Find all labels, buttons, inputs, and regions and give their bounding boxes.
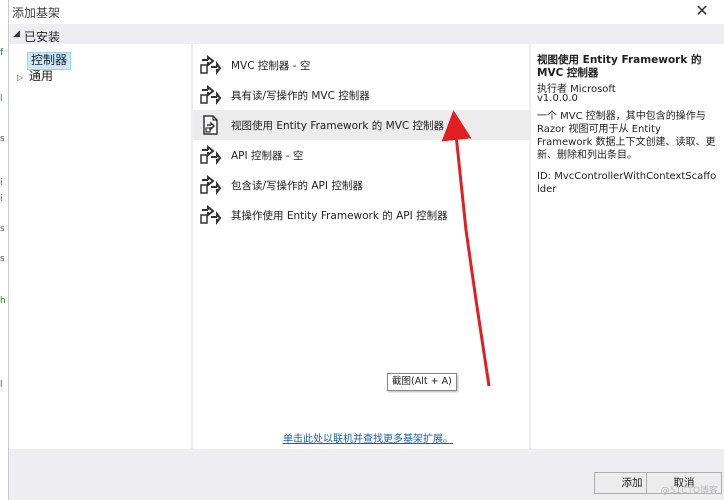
watermark: @51CTO博客 xyxy=(660,486,718,496)
installed-label: 已安装 xyxy=(24,30,61,44)
template-label: API 控制器 - 空 xyxy=(231,150,304,162)
template-item-mvc-empty[interactable]: MVC 控制器 - 空 xyxy=(193,50,529,80)
template-list: MVC 控制器 - 空 具有读/写操作的 MVC 控制器 视图使用 Entity… xyxy=(193,44,529,449)
template-item-api-empty[interactable]: API 控制器 - 空 xyxy=(193,140,529,170)
editor-mark: i xyxy=(0,194,3,204)
add-scaffold-dialog: 添加基架 ✕ ◢ 已安装 控制器 ▷ 通用 MVC 控制器 - 空 具有读/写操… xyxy=(8,0,724,500)
editor-mark: f xyxy=(0,48,4,58)
editor-mark: s xyxy=(0,254,5,264)
screenshot-tooltip: 截图(Alt + A) xyxy=(387,373,457,391)
editor-mark: l xyxy=(0,94,3,104)
installed-header[interactable]: ◢ 已安装 xyxy=(9,26,724,44)
description-pane: 视图使用 Entity Framework 的 MVC 控制器 执行者 Micr… xyxy=(531,44,724,449)
category-tree: 控制器 ▷ 通用 xyxy=(9,44,191,449)
scaffold-icon xyxy=(200,205,221,225)
close-button[interactable]: ✕ xyxy=(693,2,711,20)
dialog-title: 添加基架 xyxy=(12,6,61,20)
collapse-triangle-icon[interactable]: ◢ xyxy=(13,29,20,39)
scaffold-icon xyxy=(200,55,221,75)
tree-item-label: 控制器 xyxy=(31,53,68,67)
template-item-api-ef[interactable]: 其操作使用 Entity Framework 的 API 控制器 xyxy=(193,200,529,230)
dialog-titlebar[interactable]: 添加基架 ✕ xyxy=(9,0,724,24)
editor-mark: s xyxy=(0,134,5,144)
editor-mark: h xyxy=(0,296,6,306)
template-label: 其操作使用 Entity Framework 的 API 控制器 xyxy=(231,210,448,222)
template-label: MVC 控制器 - 空 xyxy=(231,60,311,72)
editor-mark: l xyxy=(0,380,3,390)
template-label: 视图使用 Entity Framework 的 MVC 控制器 xyxy=(231,120,445,132)
template-label: 包含读/写操作的 API 控制器 xyxy=(231,180,363,192)
scaffold-doc-icon xyxy=(203,115,218,135)
editor-mark: i xyxy=(0,178,3,188)
editor-mark: s xyxy=(0,224,5,234)
description-body: 一个 MVC 控制器，其中包含的操作与 Razor 视图可用于从 Entity … xyxy=(537,111,716,161)
scaffold-icon xyxy=(200,145,221,165)
tree-item-label: 通用 xyxy=(29,69,54,83)
tree-item-general[interactable]: ▷ 通用 xyxy=(17,68,53,84)
expand-arrow-icon[interactable]: ▷ xyxy=(17,70,29,86)
template-label: 具有读/写操作的 MVC 控制器 xyxy=(231,90,370,102)
description-id: ID: MvcControllerWithContextScaffolder xyxy=(537,171,717,195)
template-item-mvc-readwrite[interactable]: 具有读/写操作的 MVC 控制器 xyxy=(193,80,529,110)
description-version: v1.0.0.0 xyxy=(537,93,578,104)
template-item-mvc-ef-views[interactable]: 视图使用 Entity Framework 的 MVC 控制器 xyxy=(193,110,529,140)
description-title: 视图使用 Entity Framework 的 MVC 控制器 xyxy=(537,54,702,79)
scaffold-icon xyxy=(200,175,221,195)
template-item-api-readwrite[interactable]: 包含读/写操作的 API 控制器 xyxy=(193,170,529,200)
find-more-scaffolds-link[interactable]: 单击此处以联机并查找更多基架扩展。 xyxy=(283,430,453,445)
scaffold-icon xyxy=(200,85,221,105)
